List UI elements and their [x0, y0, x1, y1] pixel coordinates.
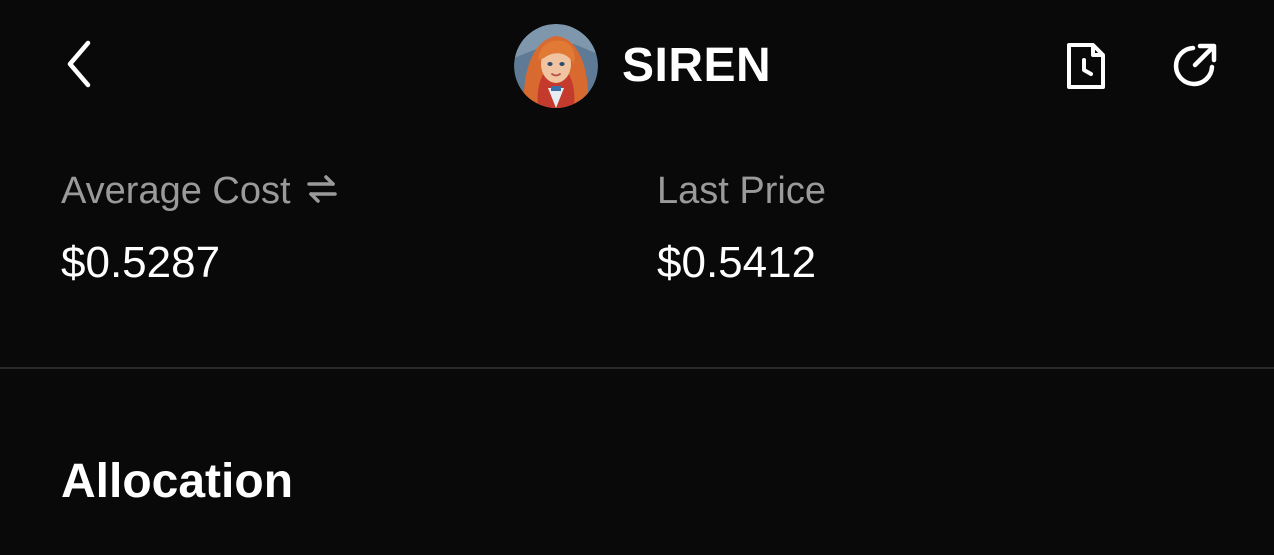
back-button[interactable] — [52, 38, 108, 94]
section-divider — [0, 367, 1274, 369]
last-price-stat: Last Price $0.5412 — [657, 168, 826, 288]
share-arrow-icon — [1169, 41, 1219, 96]
average-cost-stat: Average Cost $0.5287 — [61, 168, 337, 288]
last-price-value: $0.5412 — [657, 238, 817, 287]
chevron-left-icon — [64, 39, 96, 94]
top-bar: SIREN — [0, 0, 1274, 140]
last-price-label: Last Price — [657, 170, 826, 212]
token-avatar — [514, 24, 598, 108]
average-cost-row: Average Cost — [61, 168, 337, 214]
allocation-heading: Allocation — [61, 455, 294, 508]
token-title: SIREN — [514, 24, 771, 108]
history-button[interactable] — [1058, 38, 1114, 98]
swap-arrows-icon — [306, 168, 337, 214]
document-clock-icon — [1064, 41, 1108, 96]
token-name: SIREN — [622, 39, 772, 92]
average-cost-label: Average Cost — [61, 170, 291, 212]
share-button[interactable] — [1164, 38, 1224, 98]
average-cost-value: $0.5287 — [61, 238, 221, 287]
swap-toggle-button[interactable] — [306, 175, 337, 206]
